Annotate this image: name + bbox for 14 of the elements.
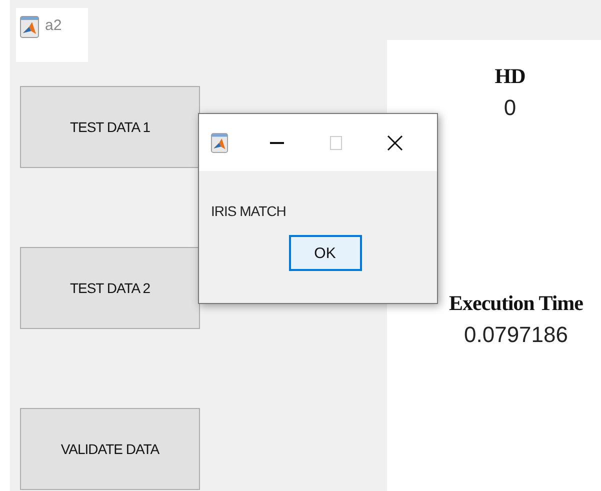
app-icon (20, 16, 39, 38)
minimize-icon[interactable] (270, 142, 284, 144)
window-title: a2 (45, 16, 62, 36)
result-value: 0.0797186 (464, 322, 568, 348)
result-label: HD (494, 64, 526, 89)
result-value: 0 (504, 95, 516, 121)
action-button[interactable]: TEST DATA 1 (20, 86, 200, 168)
ok-button[interactable]: OK (288, 235, 362, 271)
result-label: Execution Time (449, 291, 583, 316)
action-button[interactable]: VALIDATE DATA (20, 408, 200, 490)
dialog-message: IRIS MATCH (211, 203, 287, 219)
action-button[interactable]: TEST DATA 2 (20, 247, 200, 329)
close-icon[interactable] (387, 134, 404, 150)
app-icon (211, 132, 228, 154)
